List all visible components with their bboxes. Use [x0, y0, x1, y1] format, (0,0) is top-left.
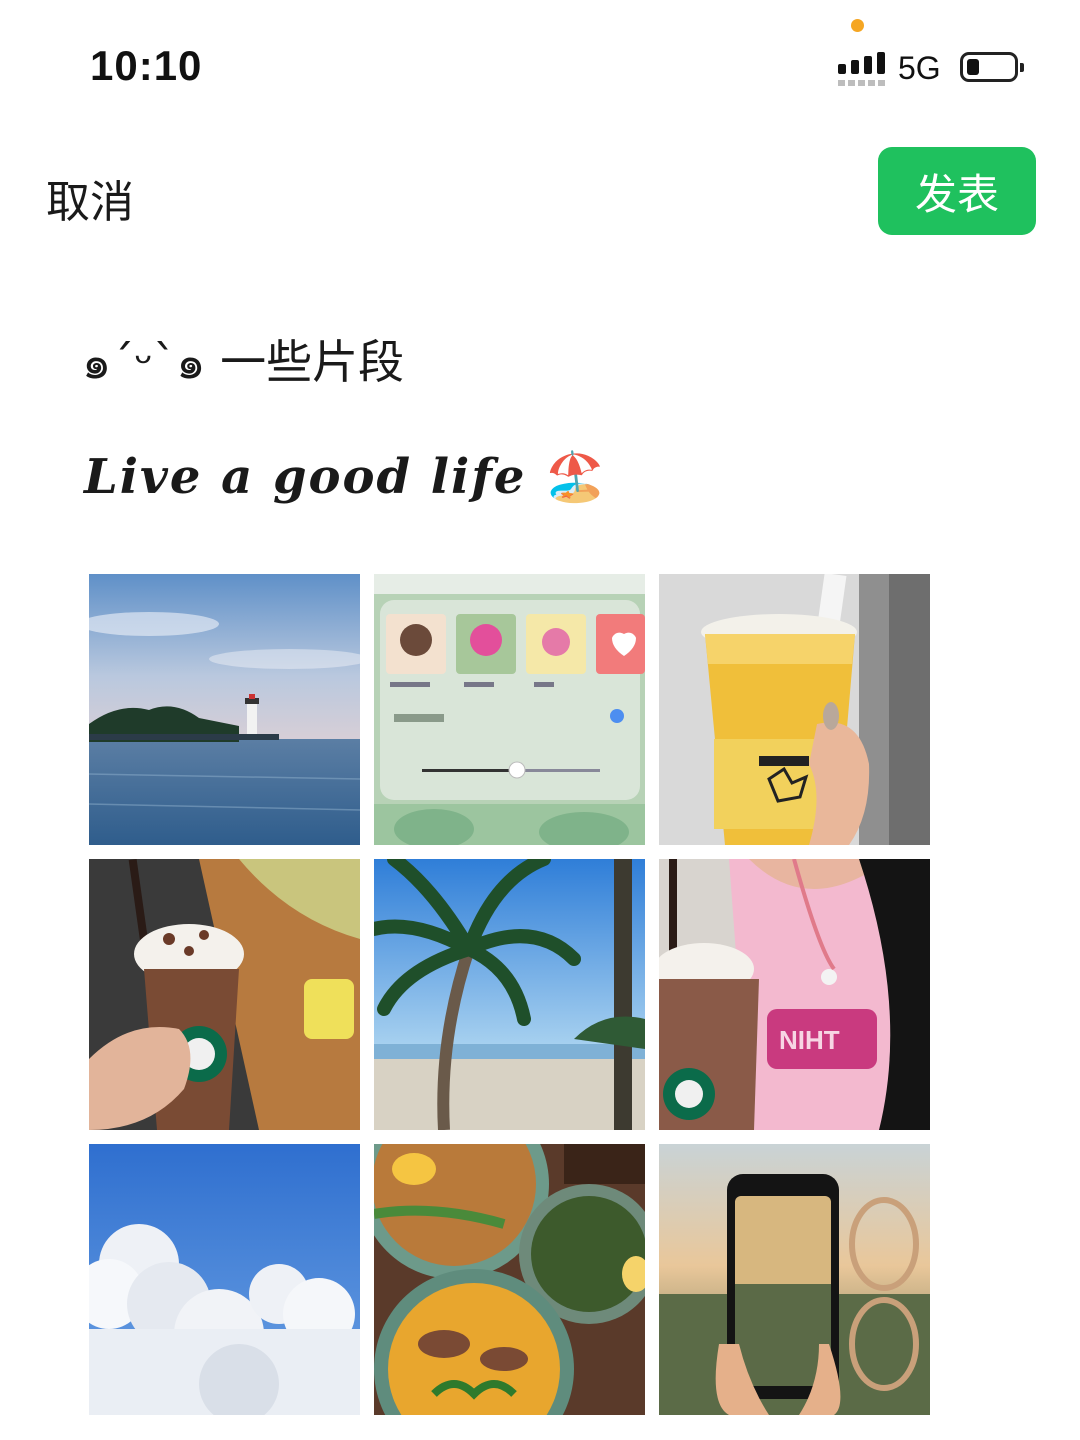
post-tagline-text: Live a good life	[84, 449, 527, 505]
beach-umbrella-emoji: 🏖️	[545, 449, 607, 505]
photo-music-widget[interactable]	[374, 574, 645, 845]
starbucks-pink-shirt-image: NIHT	[659, 859, 930, 1130]
palm-tree-beach-image	[374, 859, 645, 1130]
network-type: 5G	[898, 50, 941, 86]
post-text-line2[interactable]: Live a good life 🏖️	[84, 448, 607, 505]
starbucks-table-image	[89, 859, 360, 1130]
clouds-sky-image	[89, 1144, 360, 1415]
signal-bars-icon	[838, 52, 886, 86]
phone-sunset-image	[659, 1144, 930, 1415]
kaomoji-emoticon: ๑´ᵕ`๑	[82, 335, 206, 389]
photo-mango-drink[interactable]	[659, 574, 930, 845]
photo-phone-sunset[interactable]	[659, 1144, 930, 1415]
food-bowls-image	[374, 1144, 645, 1415]
post-caption-text: 一些片段	[220, 335, 405, 389]
publish-button[interactable]: 发表	[878, 147, 1036, 235]
photo-clouds-sky[interactable]	[89, 1144, 360, 1415]
photo-starbucks-frappuccino-table[interactable]	[89, 859, 360, 1130]
post-text-line1[interactable]: ๑´ᵕ`๑ 一些片段	[82, 326, 404, 399]
cancel-button[interactable]: 取消	[46, 166, 134, 230]
mango-drink-image	[659, 574, 930, 845]
photo-food-bowls[interactable]	[374, 1144, 645, 1415]
photo-palm-tree-beach[interactable]	[374, 859, 645, 1130]
photo-grid: NIHT	[89, 574, 930, 1415]
photo-starbucks-frappuccino-pink-shirt[interactable]: NIHT	[659, 859, 930, 1130]
battery-icon	[960, 52, 1024, 82]
shirt-print-text: NIHT	[779, 1025, 840, 1055]
mic-indicator-dot	[851, 19, 864, 32]
lighthouse-sea-image	[89, 574, 360, 845]
photo-lighthouse-sea[interactable]	[89, 574, 360, 845]
status-time: 10:10	[90, 42, 203, 89]
status-bar: 10:10 5G	[0, 0, 1080, 120]
music-widget-image	[374, 574, 645, 845]
